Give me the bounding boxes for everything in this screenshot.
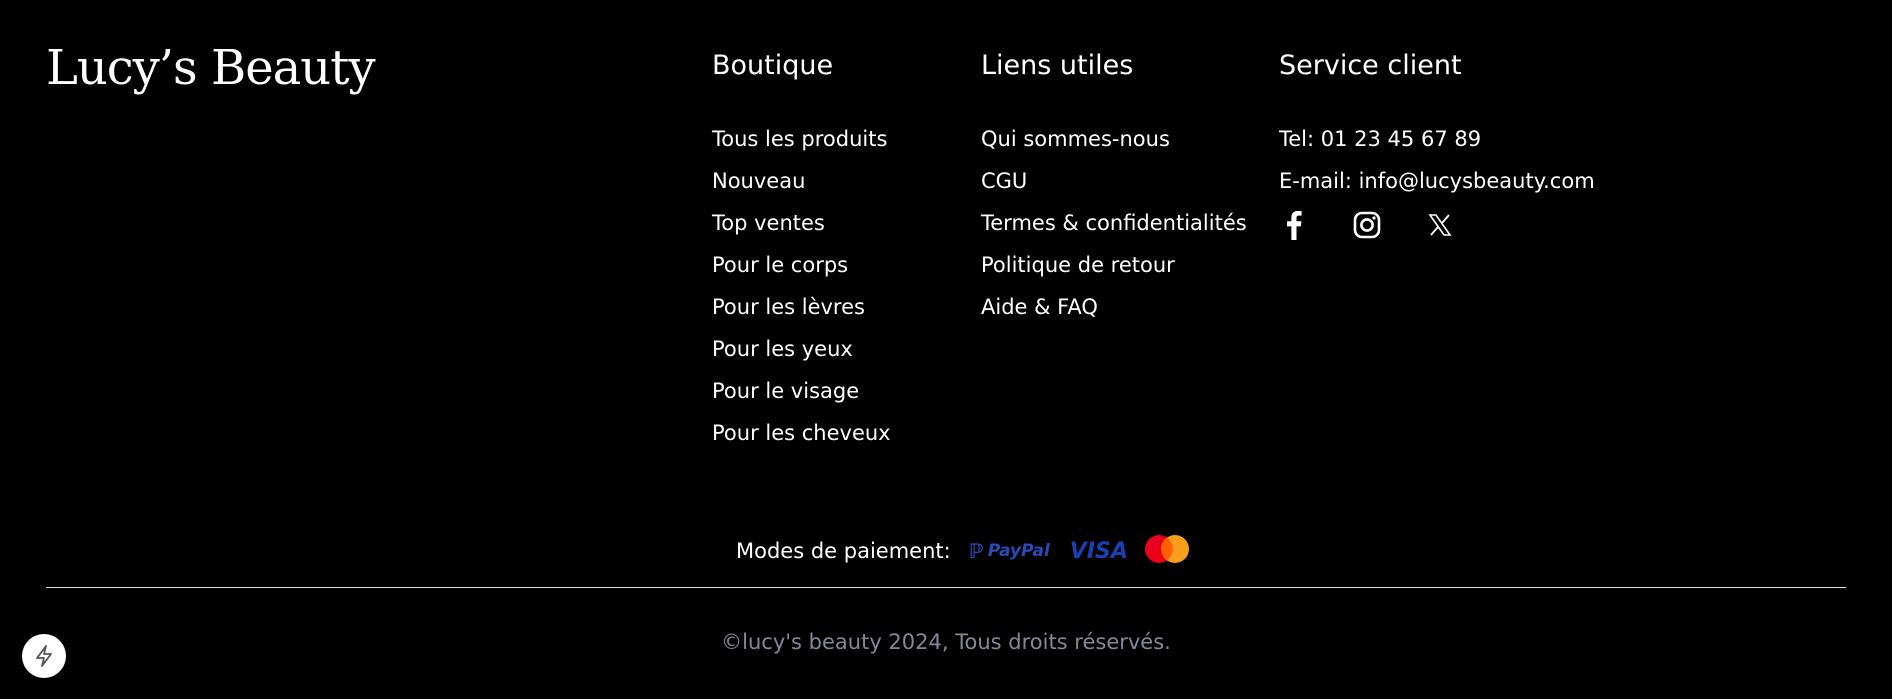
paypal-logo: ℙ PayPal — [969, 539, 1050, 563]
instagram-icon[interactable] — [1352, 210, 1382, 240]
service-client-heading: Service client — [1279, 50, 1462, 81]
link-cgu[interactable]: CGU — [981, 160, 1247, 202]
phone-number[interactable]: Tel: 01 23 45 67 89 — [1279, 118, 1595, 160]
boutique-link-pour-les-levres[interactable]: Pour les lèvres — [712, 286, 891, 328]
boutique-link-top-ventes[interactable]: Top ventes — [712, 202, 891, 244]
paypal-text: PayPal — [987, 541, 1050, 561]
x-icon[interactable] — [1425, 210, 1455, 240]
service-client-column: Service client Tel: 01 23 45 67 89 E-mai… — [1279, 48, 1595, 240]
copyright-text: ©lucy's beauty 2024, Tous droits réservé… — [721, 630, 1171, 654]
email-address[interactable]: E-mail: info@lucysbeauty.com — [1279, 160, 1595, 202]
lightning-button[interactable] — [22, 634, 66, 678]
liens-utiles-column: Liens utiles Qui sommes-nous CGU Termes … — [981, 48, 1247, 328]
boutique-link-pour-le-corps[interactable]: Pour le corps — [712, 244, 891, 286]
link-politique-de-retour[interactable]: Politique de retour — [981, 244, 1247, 286]
boutique-link-pour-le-visage[interactable]: Pour le visage — [712, 370, 891, 412]
boutique-link-pour-les-cheveux[interactable]: Pour les cheveux — [712, 412, 891, 454]
payment-label: Modes de paiement: — [736, 539, 951, 563]
liens-utiles-heading: Liens utiles — [981, 50, 1134, 81]
visa-logo: VISA — [1069, 538, 1128, 564]
link-aide-faq[interactable]: Aide & FAQ — [981, 286, 1247, 328]
link-qui-sommes-nous[interactable]: Qui sommes-nous — [981, 118, 1247, 160]
payment-methods: Modes de paiement: ℙ PayPal VISA — [736, 533, 1190, 569]
boutique-link-tous-les-produits[interactable]: Tous les produits — [712, 118, 891, 160]
facebook-icon[interactable] — [1279, 210, 1309, 240]
boutique-link-pour-les-yeux[interactable]: Pour les yeux — [712, 328, 891, 370]
mastercard-icon — [1144, 534, 1190, 568]
boutique-heading: Boutique — [712, 50, 834, 81]
lightning-icon — [36, 645, 52, 667]
boutique-link-nouveau[interactable]: Nouveau — [712, 160, 891, 202]
boutique-column: Boutique Tous les produits Nouveau Top v… — [712, 48, 891, 454]
paypal-icon: ℙ — [968, 539, 984, 563]
footer-divider — [46, 587, 1846, 588]
brand-logo[interactable]: Lucy’s Beauty — [46, 40, 376, 96]
social-links — [1279, 210, 1595, 240]
link-termes-confidentialites[interactable]: Termes & confidentialités — [981, 202, 1247, 244]
